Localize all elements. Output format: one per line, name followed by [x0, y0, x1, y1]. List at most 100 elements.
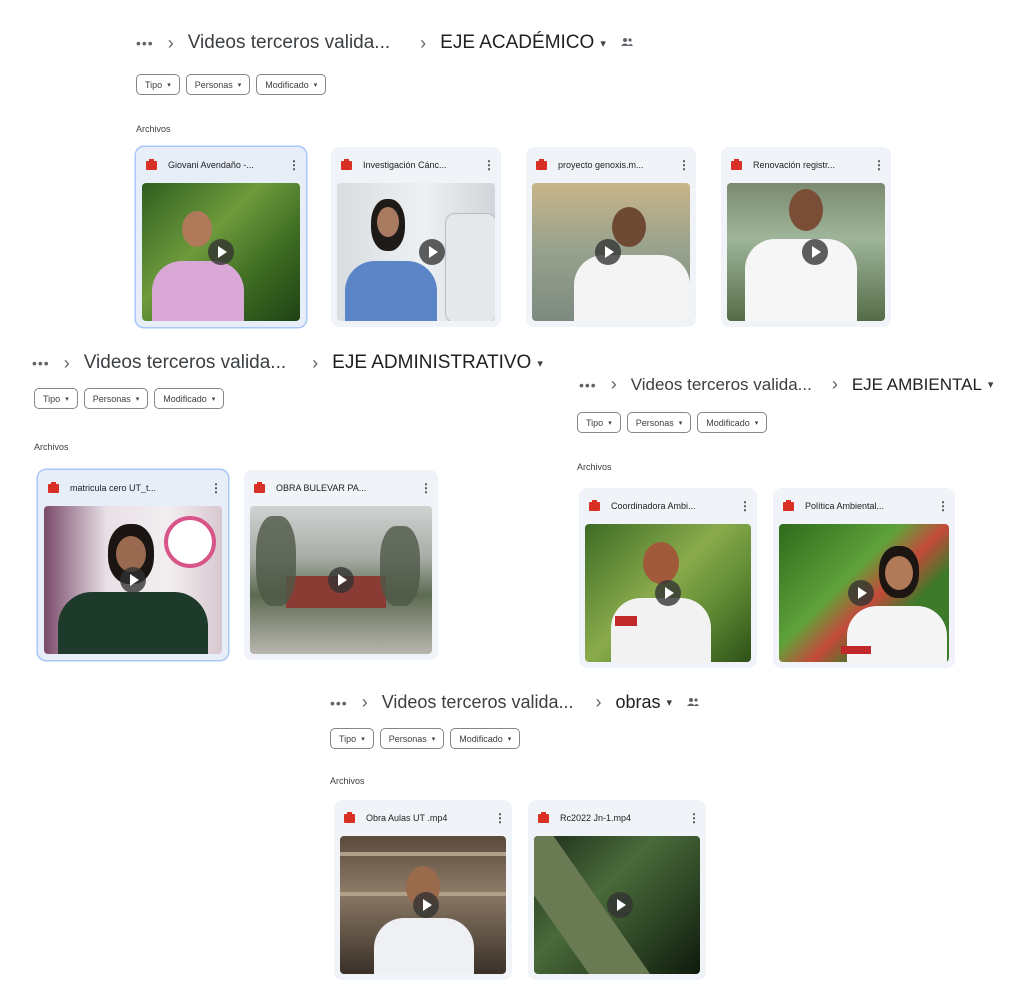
- thumbnail-person-figure: [611, 598, 711, 662]
- file-card[interactable]: matricula cero UT_t... ⋮: [38, 470, 228, 660]
- section-title-files: Archivos: [136, 124, 171, 134]
- video-thumbnail[interactable]: [534, 836, 700, 974]
- file-card[interactable]: proyecto genoxis.m... ⋮: [526, 147, 696, 327]
- play-icon[interactable]: [120, 567, 146, 593]
- breadcrumb-current-folder[interactable]: obras: [616, 692, 661, 713]
- video-thumbnail[interactable]: [779, 524, 949, 662]
- video-thumbnail[interactable]: [250, 506, 432, 654]
- more-vert-icon[interactable]: ⋮: [688, 811, 700, 825]
- file-card[interactable]: Giovani Avendaño -... ⋮: [136, 147, 306, 327]
- video-file-icon: [731, 158, 742, 170]
- breadcrumb-parent-folder[interactable]: Videos terceros valida...: [188, 32, 390, 54]
- filter-modified-label: Modificado: [459, 733, 503, 744]
- breadcrumb-overflow-button[interactable]: •••: [136, 35, 154, 51]
- folder-menu-chevron-icon[interactable]: ▾: [988, 378, 994, 391]
- play-icon[interactable]: [607, 892, 634, 918]
- video-thumbnail[interactable]: [142, 183, 300, 321]
- more-vert-icon[interactable]: ⋮: [210, 481, 222, 495]
- more-vert-icon[interactable]: ⋮: [873, 158, 885, 172]
- thumbnail-structure: [534, 836, 657, 974]
- video-thumbnail[interactable]: [727, 183, 885, 321]
- folder-menu-chevron-icon[interactable]: ▾: [537, 357, 543, 370]
- video-thumbnail[interactable]: [585, 524, 751, 662]
- thumbnail-person-figure: [885, 556, 913, 590]
- filter-modified-chip[interactable]: Modificado ▾: [697, 412, 768, 433]
- file-card[interactable]: OBRA BULEVAR PA... ⋮: [244, 470, 438, 660]
- breadcrumb-parent-folder[interactable]: Videos terceros valida...: [382, 692, 574, 713]
- breadcrumb-separator: ›: [831, 374, 838, 394]
- filter-type-chip[interactable]: Tipo ▾: [34, 388, 78, 409]
- filter-type-chip[interactable]: Tipo ▾: [330, 728, 374, 749]
- video-thumbnail[interactable]: [532, 183, 690, 321]
- section-title-files: Archivos: [577, 462, 612, 472]
- filter-modified-chip[interactable]: Modificado ▾: [256, 74, 327, 95]
- thumbnail-badge: [841, 646, 871, 654]
- file-card[interactable]: Investigación Cánc... ⋮: [331, 147, 501, 327]
- breadcrumb: ••• › Videos terceros valida... › obras …: [330, 692, 700, 713]
- folder-menu-chevron-icon[interactable]: ▾: [600, 37, 606, 50]
- filter-type-label: Tipo: [145, 79, 163, 90]
- more-vert-icon[interactable]: ⋮: [483, 158, 495, 172]
- filter-people-label: Personas: [388, 733, 427, 744]
- thumbnail-person-figure: [345, 261, 437, 321]
- more-vert-icon[interactable]: ⋮: [288, 158, 300, 172]
- breadcrumb: ••• › Videos terceros valida... › EJE AD…: [32, 352, 543, 374]
- file-card[interactable]: Política Ambiental... ⋮: [773, 488, 955, 668]
- file-card[interactable]: Coordinadora Ambi... ⋮: [579, 488, 757, 668]
- more-vert-icon[interactable]: ⋮: [678, 158, 690, 172]
- filter-modified-chip[interactable]: Modificado ▾: [154, 388, 225, 409]
- breadcrumb-current-folder[interactable]: EJE ACADÉMICO: [440, 32, 594, 54]
- breadcrumb-separator: ›: [361, 692, 368, 712]
- filter-modified-chip[interactable]: Modificado ▾: [450, 728, 521, 749]
- breadcrumb-current-folder[interactable]: EJE AMBIENTAL: [852, 375, 982, 395]
- thumbnail-tree: [256, 516, 296, 606]
- breadcrumb-parent-folder[interactable]: Videos terceros valida...: [631, 375, 812, 395]
- shared-folder-icon: [620, 34, 634, 52]
- filter-people-chip[interactable]: Personas ▾: [626, 412, 692, 433]
- play-icon[interactable]: [847, 580, 874, 606]
- chevron-down-icon: ▾: [65, 395, 69, 403]
- breadcrumb-separator: ›: [167, 32, 174, 53]
- video-thumbnail[interactable]: [340, 836, 506, 974]
- breadcrumb-parent-folder[interactable]: Videos terceros valida...: [84, 352, 286, 374]
- folder-menu-chevron-icon[interactable]: ▾: [667, 696, 673, 709]
- more-vert-icon[interactable]: ⋮: [739, 499, 751, 513]
- filter-people-chip[interactable]: Personas ▾: [379, 728, 445, 749]
- video-file-icon: [48, 481, 59, 493]
- more-vert-icon[interactable]: ⋮: [937, 499, 949, 513]
- file-card[interactable]: Obra Aulas UT .mp4 ⋮: [334, 800, 512, 980]
- play-icon[interactable]: [655, 580, 681, 606]
- video-file-icon: [538, 811, 549, 823]
- filter-type-chip[interactable]: Tipo ▾: [136, 74, 180, 95]
- video-thumbnail[interactable]: [337, 183, 495, 321]
- file-card[interactable]: Rc2022 Jn-1.mp4 ⋮: [528, 800, 706, 980]
- filter-modified-label: Modificado: [706, 417, 750, 428]
- thumbnail-person-figure: [374, 918, 474, 974]
- filter-type-label: Tipo: [586, 417, 604, 428]
- breadcrumb-overflow-button[interactable]: •••: [32, 355, 50, 371]
- chevron-down-icon: ▾: [431, 735, 436, 743]
- more-vert-icon[interactable]: ⋮: [494, 811, 506, 825]
- file-card[interactable]: Renovación registr... ⋮: [721, 147, 891, 327]
- file-name: proyecto genoxis.m...: [558, 160, 644, 170]
- video-file-icon: [146, 158, 157, 170]
- chevron-down-icon: ▾: [237, 81, 242, 89]
- play-icon[interactable]: [418, 239, 445, 265]
- breadcrumb-overflow-button[interactable]: •••: [330, 695, 348, 711]
- filter-people-chip[interactable]: Personas ▾: [83, 388, 149, 409]
- play-icon[interactable]: [413, 892, 440, 918]
- thumbnail-person-figure: [377, 207, 399, 237]
- thumbnail-person-figure: [789, 189, 823, 231]
- filter-type-label: Tipo: [339, 733, 357, 744]
- filter-type-chip[interactable]: Tipo ▾: [577, 412, 621, 433]
- breadcrumb-overflow-button[interactable]: •••: [579, 377, 597, 393]
- play-icon[interactable]: [328, 567, 354, 593]
- thumbnail-scaffolding: [340, 852, 506, 856]
- breadcrumb-current-folder[interactable]: EJE ADMINISTRATIVO: [332, 352, 531, 374]
- file-name: Investigación Cánc...: [363, 160, 447, 170]
- play-icon[interactable]: [208, 239, 234, 265]
- more-vert-icon[interactable]: ⋮: [420, 481, 432, 495]
- video-thumbnail[interactable]: [44, 506, 222, 654]
- filter-people-chip[interactable]: Personas ▾: [185, 74, 251, 95]
- play-icon[interactable]: [594, 239, 621, 265]
